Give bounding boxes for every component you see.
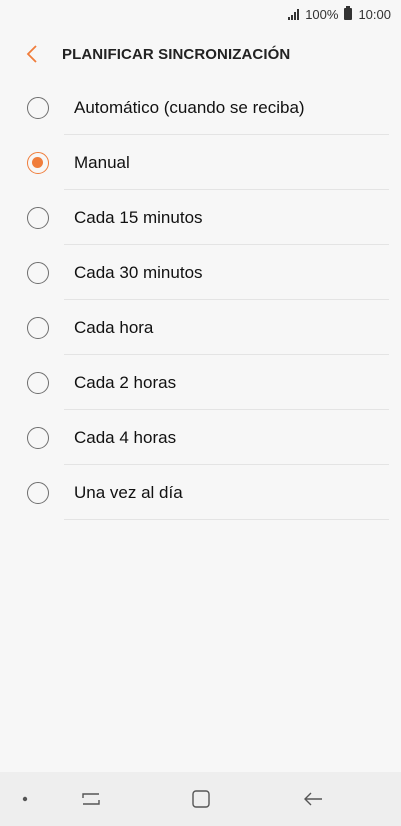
option-label: Cada 30 minutos bbox=[74, 262, 203, 282]
option-automatic[interactable]: Automático (cuando se reciba) bbox=[0, 80, 401, 135]
radio-button-selected[interactable] bbox=[27, 151, 49, 174]
option-label: Automático (cuando se reciba) bbox=[74, 97, 305, 117]
option-label: Una vez al día bbox=[74, 482, 183, 502]
radio-button[interactable] bbox=[27, 96, 49, 119]
navigation-bar bbox=[0, 772, 401, 826]
divider bbox=[64, 519, 389, 520]
radio-button[interactable] bbox=[27, 206, 49, 229]
radio-button[interactable] bbox=[27, 316, 49, 339]
page-title: PLANIFICAR SINCRONIZACIÓN bbox=[62, 45, 291, 63]
option-label: Manual bbox=[74, 152, 130, 172]
home-icon bbox=[192, 790, 210, 808]
clock: 10:00 bbox=[358, 6, 391, 22]
radio-button[interactable] bbox=[27, 481, 49, 504]
nav-dot-button[interactable] bbox=[20, 794, 30, 804]
system-back-button[interactable] bbox=[298, 786, 328, 812]
recent-apps-icon bbox=[82, 793, 100, 805]
sync-schedule-list: Automático (cuando se reciba) Manual Cad… bbox=[0, 80, 401, 520]
option-every-hour[interactable]: Cada hora bbox=[0, 300, 401, 355]
option-label: Cada 4 horas bbox=[74, 427, 177, 447]
signal-icon bbox=[288, 8, 300, 20]
recent-apps-button[interactable] bbox=[76, 786, 106, 812]
option-every-30-minutes[interactable]: Cada 30 minutos bbox=[0, 245, 401, 300]
radio-button[interactable] bbox=[27, 371, 49, 394]
battery-percent: 100% bbox=[305, 6, 339, 22]
app-bar: PLANIFICAR SINCRONIZACIÓN bbox=[0, 36, 401, 72]
status-bar: 100% 10:00 bbox=[0, 0, 401, 28]
chevron-left-icon bbox=[26, 45, 37, 63]
option-every-2-hours[interactable]: Cada 2 horas bbox=[0, 355, 401, 410]
back-button[interactable] bbox=[10, 36, 54, 72]
option-label: Cada 15 minutos bbox=[74, 207, 203, 227]
home-button[interactable] bbox=[186, 786, 216, 812]
back-arrow-icon bbox=[304, 792, 322, 806]
option-label: Cada hora bbox=[74, 317, 154, 337]
radio-button[interactable] bbox=[27, 261, 49, 284]
radio-button[interactable] bbox=[27, 426, 49, 449]
option-once-a-day[interactable]: Una vez al día bbox=[0, 465, 401, 520]
option-label: Cada 2 horas bbox=[74, 372, 177, 392]
option-manual[interactable]: Manual bbox=[0, 135, 401, 190]
dot-icon bbox=[22, 796, 28, 802]
option-every-15-minutes[interactable]: Cada 15 minutos bbox=[0, 190, 401, 245]
option-every-4-hours[interactable]: Cada 4 horas bbox=[0, 410, 401, 465]
battery-icon bbox=[344, 6, 353, 20]
